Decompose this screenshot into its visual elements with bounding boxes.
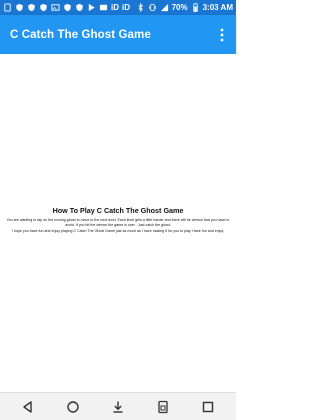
image-icon: [51, 3, 60, 12]
shield-icon: [15, 3, 24, 12]
shield-icon: [39, 3, 48, 12]
shield-icon: [27, 3, 36, 12]
app-title: C Catch The Ghost Game: [10, 28, 151, 41]
instructions-heading: How To Play C Catch The Ghost Game: [52, 206, 184, 215]
app-screen: iD iD 70% 3:03 AM C Catch The Ghost Game: [0, 0, 236, 420]
instructions-paragraph: You are wanting to tap on the moving gho…: [6, 217, 230, 227]
shield-icon: [63, 3, 72, 12]
shield-icon: [75, 3, 84, 12]
battery-icon: [191, 3, 200, 12]
navigation-bar: [0, 392, 236, 420]
status-system: 70% 3:03 AM: [136, 3, 233, 12]
instructions-paragraph: I hope you have fun and enjoy playing C …: [11, 229, 225, 234]
home-icon[interactable]: [63, 397, 83, 417]
id-label: iD: [111, 3, 119, 12]
signal-icon: [160, 3, 169, 12]
id-label: iD: [122, 3, 130, 12]
instructions: How To Play C Catch The Ghost Game You a…: [3, 206, 233, 234]
battery-percent: 70%: [171, 2, 188, 12]
webview-content: How To Play C Catch The Ghost Game You a…: [0, 54, 236, 392]
bluetooth-icon: [136, 3, 145, 12]
more-vert-icon[interactable]: [216, 25, 228, 45]
status-notifications: iD iD: [3, 3, 136, 12]
app-bar: C Catch The Ghost Game: [0, 15, 236, 54]
sim-icon: [3, 3, 12, 12]
photo-icon: [99, 3, 108, 12]
clock: 3:03 AM: [202, 2, 233, 12]
back-icon[interactable]: [18, 397, 38, 417]
vibrate-icon: [148, 3, 157, 12]
download-icon[interactable]: [108, 397, 128, 417]
play-store-icon: [87, 3, 96, 12]
status-bar: iD iD 70% 3:03 AM: [0, 0, 236, 15]
sim-card-icon[interactable]: [153, 397, 173, 417]
recents-icon[interactable]: [198, 397, 218, 417]
